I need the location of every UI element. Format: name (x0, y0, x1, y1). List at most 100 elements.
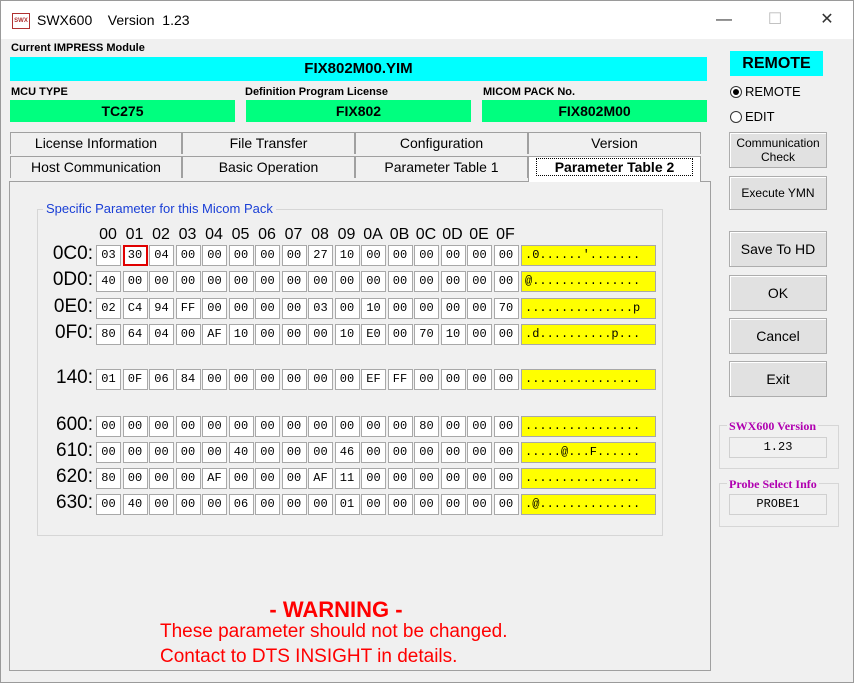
hex-cell[interactable]: 00 (202, 442, 227, 463)
hex-cell[interactable]: 00 (228, 369, 254, 390)
hex-cell[interactable]: 00 (281, 468, 307, 489)
hex-cell[interactable]: 00 (493, 494, 519, 515)
hex-cell[interactable]: 00 (175, 468, 201, 489)
hex-cell[interactable]: 03 (96, 245, 121, 266)
hex-cell[interactable]: 00 (334, 298, 360, 319)
hex-cell[interactable]: AF (202, 468, 227, 489)
hex-cell[interactable]: 00 (122, 416, 148, 437)
hex-cell[interactable]: 10 (228, 324, 254, 345)
hex-cell[interactable]: 00 (255, 494, 280, 515)
hex-cell[interactable]: 00 (175, 245, 201, 266)
hex-cell[interactable]: 00 (308, 416, 333, 437)
maximize-button[interactable]: ☐ (755, 5, 795, 35)
hex-cell[interactable]: 00 (493, 245, 519, 266)
execute-ymn-button[interactable]: Execute YMN (729, 176, 827, 210)
hex-cell[interactable]: 00 (467, 271, 492, 292)
hex-cell[interactable]: 00 (202, 416, 227, 437)
hex-cell[interactable]: 00 (255, 468, 280, 489)
hex-cell[interactable]: 00 (387, 298, 413, 319)
communication-check-button[interactable]: Communication Check (729, 132, 827, 168)
hex-cell[interactable]: 00 (202, 494, 227, 515)
hex-cell[interactable]: 00 (387, 245, 413, 266)
hex-cell[interactable]: 00 (96, 416, 121, 437)
hex-cell[interactable]: 00 (493, 369, 519, 390)
hex-cell[interactable]: 00 (281, 494, 307, 515)
hex-cell[interactable]: 00 (467, 416, 492, 437)
hex-cell[interactable]: 84 (175, 369, 201, 390)
hex-cell[interactable]: 00 (440, 494, 466, 515)
hex-cell[interactable]: 00 (255, 298, 280, 319)
tab-parameter-table-1[interactable]: Parameter Table 1 (355, 156, 528, 178)
hex-cell[interactable]: 11 (334, 468, 360, 489)
hex-cell[interactable]: 00 (387, 442, 413, 463)
hex-cell[interactable]: 00 (308, 442, 333, 463)
hex-cell[interactable]: 10 (361, 298, 386, 319)
hex-cell[interactable]: 00 (228, 298, 254, 319)
hex-cell[interactable]: 00 (387, 494, 413, 515)
hex-cell[interactable]: 03 (308, 298, 333, 319)
hex-cell[interactable]: 00 (308, 369, 333, 390)
tab-host-communication[interactable]: Host Communication (10, 156, 182, 178)
hex-cell[interactable]: 00 (361, 442, 386, 463)
hex-cell[interactable]: 06 (149, 369, 174, 390)
hex-cell[interactable]: 00 (467, 468, 492, 489)
hex-cell[interactable]: 00 (361, 271, 386, 292)
hex-cell[interactable]: 00 (149, 271, 174, 292)
hex-cell[interactable]: 00 (414, 442, 439, 463)
hex-cell[interactable]: 00 (175, 442, 201, 463)
hex-cell[interactable]: 40 (96, 271, 121, 292)
hex-cell[interactable]: 00 (96, 442, 121, 463)
hex-cell[interactable]: 00 (414, 369, 439, 390)
hex-cell[interactable]: 00 (414, 494, 439, 515)
hex-cell[interactable]: 00 (149, 468, 174, 489)
tab-version[interactable]: Version (528, 132, 701, 154)
tab-license-information[interactable]: License Information (10, 132, 182, 154)
hex-cell[interactable]: 00 (440, 271, 466, 292)
hex-cell[interactable]: 00 (175, 271, 201, 292)
hex-cell[interactable]: 00 (361, 245, 386, 266)
hex-cell[interactable]: 80 (414, 416, 439, 437)
hex-cell[interactable]: 70 (414, 324, 439, 345)
hex-cell[interactable]: 40 (228, 442, 254, 463)
hex-cell[interactable]: 00 (387, 468, 413, 489)
hex-cell[interactable]: AF (308, 468, 333, 489)
tab-basic-operation[interactable]: Basic Operation (182, 156, 355, 178)
hex-cell[interactable]: 00 (255, 416, 280, 437)
hex-cell[interactable]: FF (175, 298, 201, 319)
hex-cell[interactable]: 00 (467, 442, 492, 463)
hex-cell[interactable]: 00 (255, 324, 280, 345)
hex-cell[interactable]: 00 (467, 298, 492, 319)
hex-cell[interactable]: FF (387, 369, 413, 390)
hex-cell[interactable]: 00 (281, 369, 307, 390)
hex-cell[interactable]: 00 (387, 271, 413, 292)
hex-cell[interactable]: 00 (308, 271, 333, 292)
hex-cell[interactable]: 00 (440, 442, 466, 463)
tab-file-transfer[interactable]: File Transfer (182, 132, 355, 154)
hex-cell[interactable]: 00 (440, 369, 466, 390)
hex-cell[interactable]: 00 (228, 271, 254, 292)
hex-cell[interactable]: 40 (122, 494, 148, 515)
radio-edit[interactable]: EDIT (730, 109, 775, 124)
hex-cell[interactable]: 10 (334, 245, 360, 266)
hex-cell[interactable]: 00 (255, 271, 280, 292)
hex-cell[interactable]: 04 (149, 324, 174, 345)
hex-cell[interactable]: 00 (493, 468, 519, 489)
hex-cell[interactable]: 00 (228, 416, 254, 437)
hex-cell[interactable]: 0F (122, 369, 148, 390)
hex-cell[interactable]: 00 (440, 468, 466, 489)
hex-cell[interactable]: 00 (467, 245, 492, 266)
hex-cell[interactable]: 46 (334, 442, 360, 463)
hex-cell[interactable]: 00 (387, 416, 413, 437)
hex-cell[interactable]: 00 (281, 245, 307, 266)
hex-cell[interactable]: AF (202, 324, 227, 345)
hex-cell[interactable]: 06 (228, 494, 254, 515)
hex-cell[interactable]: E0 (361, 324, 386, 345)
hex-cell[interactable]: 00 (493, 416, 519, 437)
hex-cell[interactable]: 00 (122, 468, 148, 489)
hex-cell[interactable]: 00 (361, 468, 386, 489)
ok-button[interactable]: OK (729, 275, 827, 311)
hex-cell[interactable]: 00 (414, 468, 439, 489)
tab-configuration[interactable]: Configuration (355, 132, 528, 154)
minimize-button[interactable]: — (704, 5, 744, 35)
hex-cell[interactable]: 00 (255, 369, 280, 390)
